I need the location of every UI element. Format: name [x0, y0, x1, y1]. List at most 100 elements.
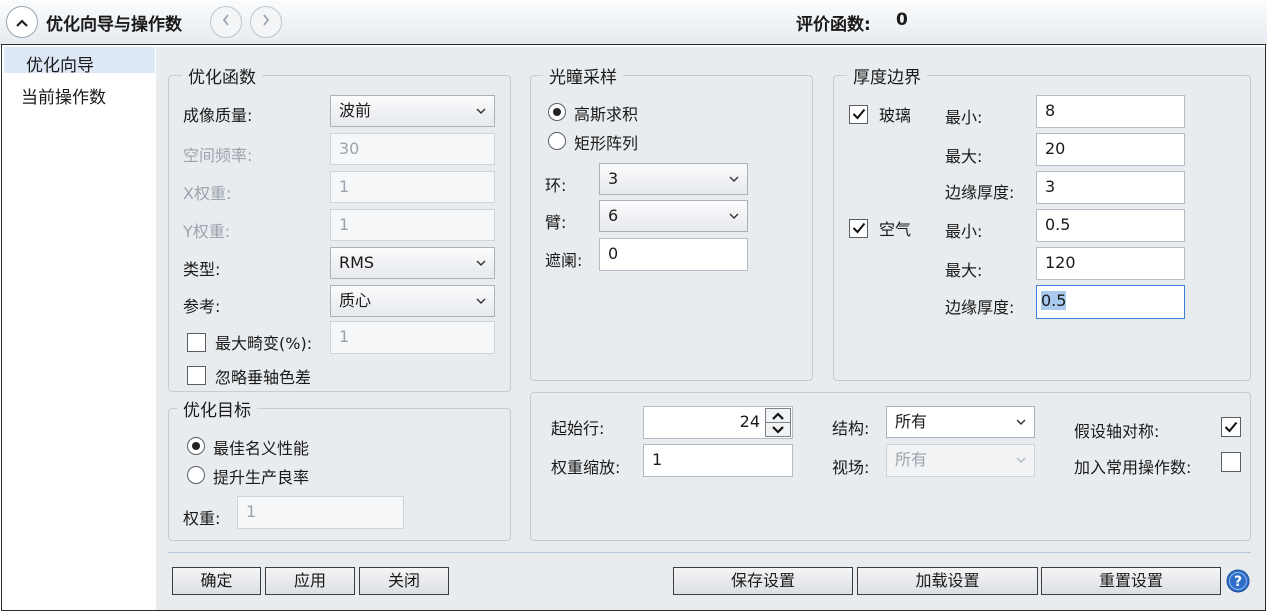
glass-max-label: 最大:	[945, 147, 983, 166]
reference-dropdown[interactable]: 质心	[330, 285, 495, 317]
improve-yield-label: 提升生产良率	[213, 468, 310, 487]
air-label: 空气	[879, 220, 912, 239]
best-nominal-radio[interactable]	[187, 437, 205, 455]
forward-button[interactable]	[250, 6, 282, 38]
glass-min-input[interactable]: 8	[1036, 95, 1185, 128]
air-max-label: 最大:	[945, 261, 983, 280]
ignore-lateral-color-label: 忽略垂轴色差	[215, 368, 312, 387]
weight-scale-label: 权重缩放:	[551, 458, 621, 477]
improve-yield-radio[interactable]	[187, 466, 205, 484]
goal-weight-input[interactable]: 1	[237, 496, 404, 529]
radio-dot	[192, 442, 200, 450]
collapse-button[interactable]	[6, 6, 38, 38]
save-settings-button[interactable]: 保存设置	[673, 567, 853, 595]
chevron-down-icon	[474, 96, 488, 126]
spin-up-icon[interactable]	[766, 409, 790, 423]
reference-value: 质心	[339, 291, 372, 310]
max-distortion-checkbox[interactable]	[187, 333, 206, 352]
type-value: RMS	[339, 253, 375, 272]
window-title: 优化向导与操作数	[46, 15, 182, 35]
chevron-down-icon	[474, 286, 488, 316]
checkmark-icon	[852, 105, 866, 124]
add-common-operands-label: 加入常用操作数:	[1074, 458, 1192, 477]
glass-label: 玻璃	[879, 106, 912, 125]
max-distortion-label: 最大畸变(%):	[215, 334, 313, 353]
optimization-function-title: 优化函数	[182, 63, 262, 88]
type-label: 类型:	[183, 260, 221, 279]
glass-edge-input[interactable]: 3	[1036, 171, 1185, 204]
glass-max-input[interactable]: 20	[1036, 133, 1185, 166]
air-edge-input[interactable]: 0.5	[1036, 285, 1185, 319]
checkmark-icon	[852, 219, 866, 238]
sidebar-item-optimization-wizard[interactable]: 优化向导	[26, 51, 94, 76]
structure-dropdown[interactable]: 所有	[886, 406, 1035, 438]
optimization-goal-title: 优化目标	[177, 396, 257, 421]
air-checkbox[interactable]	[849, 219, 868, 238]
thickness-boundary-title: 厚度边界	[847, 63, 927, 88]
ok-button[interactable]: 确定	[172, 567, 261, 595]
obscuration-input[interactable]: 0	[599, 238, 748, 271]
assume-symmetry-checkbox[interactable]	[1221, 417, 1241, 437]
structure-label: 结构:	[832, 419, 870, 438]
spin-down-icon[interactable]	[766, 423, 790, 437]
weight-scale-input[interactable]: 1	[643, 444, 793, 477]
gaussian-quadrature-radio[interactable]	[548, 103, 566, 121]
glass-checkbox[interactable]	[849, 105, 868, 124]
reset-settings-button[interactable]: 重置设置	[1041, 567, 1221, 595]
chevron-left-icon	[221, 13, 231, 31]
rectangular-array-radio[interactable]	[548, 132, 566, 150]
field-label: 视场:	[832, 458, 870, 477]
image-quality-value: 波前	[339, 101, 372, 120]
air-min-input[interactable]: 0.5	[1036, 209, 1185, 242]
image-quality-label: 成像质量:	[183, 106, 253, 125]
close-button[interactable]: 关闭	[359, 567, 449, 595]
checkmark-icon	[1224, 418, 1238, 437]
x-weight-input[interactable]: 1	[330, 171, 495, 203]
x-weight-label: X权重:	[183, 184, 232, 203]
spatial-frequency-label: 空间频率:	[183, 146, 253, 165]
spatial-frequency-input[interactable]: 30	[330, 133, 495, 165]
ignore-lateral-color-checkbox[interactable]	[187, 366, 206, 385]
y-weight-label: Y权重:	[183, 222, 231, 241]
load-settings-button[interactable]: 加载设置	[857, 567, 1038, 595]
best-nominal-label: 最佳名义性能	[213, 439, 310, 458]
structure-value: 所有	[895, 412, 928, 431]
field-dropdown[interactable]: 所有	[886, 444, 1035, 477]
air-edge-label: 边缘厚度:	[945, 298, 1015, 317]
chevron-down-icon	[474, 248, 488, 278]
chevron-down-icon	[727, 164, 741, 194]
apply-button[interactable]: 应用	[265, 567, 355, 595]
rings-value: 3	[608, 169, 619, 188]
svg-text:?: ?	[1234, 574, 1242, 590]
pupil-sampling-title: 光瞳采样	[543, 63, 623, 88]
selected-text: 0.5	[1041, 291, 1067, 310]
radio-dot	[553, 108, 561, 116]
title-bar	[0, 0, 1267, 45]
goal-weight-label: 权重:	[183, 509, 221, 528]
add-common-operands-checkbox[interactable]	[1221, 452, 1241, 472]
air-min-label: 最小:	[945, 222, 983, 241]
field-value: 所有	[895, 450, 928, 469]
chevron-down-icon	[727, 201, 741, 231]
start-row-label: 起始行:	[551, 419, 605, 438]
start-row-spinner[interactable]	[765, 408, 791, 437]
y-weight-input[interactable]: 1	[330, 209, 495, 241]
chevron-down-icon	[1014, 445, 1028, 475]
type-dropdown[interactable]: RMS	[330, 247, 495, 279]
help-icon[interactable]: ?	[1226, 569, 1250, 593]
air-max-input[interactable]: 120	[1036, 247, 1185, 280]
back-button[interactable]	[210, 6, 242, 38]
arms-dropdown[interactable]: 6	[599, 200, 748, 232]
arms-label: 臂:	[545, 213, 567, 232]
chevron-down-icon	[1014, 407, 1028, 437]
assume-symmetry-label: 假设轴对称:	[1074, 422, 1160, 441]
sidebar-item-current-operands[interactable]: 当前操作数	[21, 83, 106, 108]
arms-value: 6	[608, 206, 619, 225]
gaussian-quadrature-label: 高斯求积	[574, 105, 639, 124]
separator-line	[168, 552, 1251, 553]
rings-dropdown[interactable]: 3	[599, 163, 748, 195]
image-quality-dropdown[interactable]: 波前	[330, 95, 495, 127]
rectangular-array-label: 矩形阵列	[574, 134, 639, 153]
chevron-right-icon	[261, 13, 271, 31]
max-distortion-input[interactable]: 1	[330, 321, 495, 354]
